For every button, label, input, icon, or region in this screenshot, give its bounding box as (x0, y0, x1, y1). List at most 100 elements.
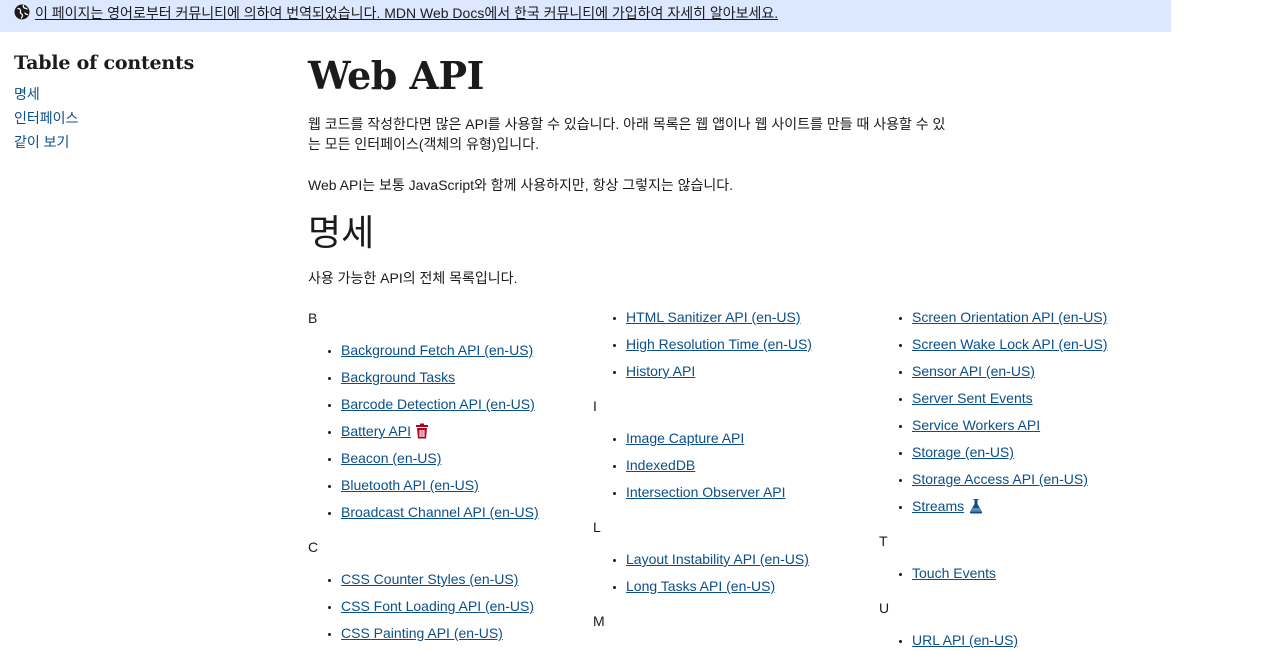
api-link[interactable]: Background Tasks (341, 369, 455, 385)
api-link[interactable]: Storage Access API (en-US) (912, 471, 1088, 487)
api-list: Screen Orientation API (en-US) Screen Wa… (912, 308, 1159, 524)
api-link[interactable]: IndexedDB (626, 457, 695, 473)
api-link[interactable]: Intersection Observer API (626, 484, 786, 500)
group-letter: U (879, 600, 890, 616)
api-link[interactable]: Screen Orientation API (en-US) (912, 309, 1107, 325)
toc-item-interfaces: 인터페이스 (14, 106, 254, 130)
list-item: Background Tasks (341, 368, 588, 395)
toc-title: Table of contents (14, 52, 195, 74)
api-link[interactable]: Touch Events (912, 565, 996, 581)
api-link[interactable]: Service Workers API (912, 417, 1040, 433)
api-link[interactable]: Image Capture API (626, 430, 744, 446)
list-item: Long Tasks API (en-US) (626, 577, 873, 604)
trash-icon (416, 423, 429, 439)
api-link[interactable]: Sensor API (en-US) (912, 363, 1035, 379)
group-letter: M (593, 613, 605, 629)
api-link[interactable]: HTML Sanitizer API (en-US) (626, 309, 801, 325)
api-link[interactable]: High Resolution Time (en-US) (626, 336, 812, 352)
api-link[interactable]: CSS Painting API (en-US) (341, 625, 503, 641)
group-letter: B (308, 310, 318, 326)
api-list: Touch Events (912, 564, 1159, 591)
list-item: Bluetooth API (en-US) (341, 476, 588, 503)
translation-banner-link[interactable]: 이 페이지는 영어로부터 커뮤니티에 의하여 번역되었습니다. MDN Web … (35, 3, 778, 23)
flask-icon (969, 499, 983, 514)
api-list: Background Fetch API (en-US) Background … (341, 341, 588, 530)
api-link[interactable]: Screen Wake Lock API (en-US) (912, 336, 1108, 352)
section-description: 사용 가능한 API의 전체 목록입니다. (308, 270, 518, 286)
api-list: URL API (en-US) (912, 631, 1159, 651)
toc-item-specs: 명세 (14, 82, 254, 106)
toc-item-see-also: 같이 보기 (14, 130, 254, 154)
api-list: Layout Instability API (en-US) Long Task… (626, 550, 873, 604)
api-column-2: HTML Sanitizer API (en-US) High Resoluti… (593, 308, 873, 638)
list-item: Intersection Observer API (626, 483, 873, 510)
api-link[interactable]: Battery API (341, 423, 411, 439)
list-item: Battery API (341, 422, 588, 449)
toc-link-specs[interactable]: 명세 (14, 86, 40, 102)
toc-link-see-also[interactable]: 같이 보기 (14, 134, 69, 150)
group-letter: C (308, 539, 319, 555)
list-item: IndexedDB (626, 456, 873, 483)
api-link[interactable]: URL API (en-US) (912, 632, 1018, 648)
api-link[interactable]: Bluetooth API (en-US) (341, 477, 479, 493)
list-item: Screen Wake Lock API (en-US) (912, 335, 1159, 362)
api-column-3: Screen Orientation API (en-US) Screen Wa… (879, 308, 1159, 651)
toc-list: 명세 인터페이스 같이 보기 (14, 82, 254, 154)
group-letter: I (593, 398, 597, 414)
api-link[interactable]: Background Fetch API (en-US) (341, 342, 533, 358)
list-item: Server Sent Events (912, 389, 1159, 416)
group-letter: T (879, 533, 888, 549)
api-link[interactable]: Layout Instability API (en-US) (626, 551, 809, 567)
api-link[interactable]: Streams (912, 498, 964, 514)
list-item: Beacon (en-US) (341, 449, 588, 476)
api-link[interactable]: CSS Counter Styles (en-US) (341, 571, 518, 587)
intro-paragraph: 웹 코드를 작성한다면 많은 API를 사용할 수 있습니다. 아래 목록은 웹… (308, 116, 946, 152)
page-title: Web API (308, 53, 484, 98)
list-item: CSS Counter Styles (en-US) (341, 570, 588, 597)
api-group-t: T Touch Events (879, 531, 1159, 591)
list-item: Streams (912, 497, 1159, 524)
translation-banner: 이 페이지는 영어로부터 커뮤니티에 의하여 번역되었습니다. MDN Web … (0, 0, 1171, 32)
api-list: CSS Counter Styles (en-US) CSS Font Load… (341, 570, 588, 651)
globe-icon (14, 4, 30, 20)
list-item: CSS Painting API (en-US) (341, 624, 588, 651)
list-item: HTML Sanitizer API (en-US) (626, 308, 873, 335)
list-item: Screen Orientation API (en-US) (912, 308, 1159, 335)
api-group-i: I Image Capture API IndexedDB Intersecti… (593, 396, 873, 510)
api-link[interactable]: Long Tasks API (en-US) (626, 578, 775, 594)
api-link[interactable]: CSS Font Loading API (en-US) (341, 598, 534, 614)
api-link[interactable]: Storage (en-US) (912, 444, 1014, 460)
toc-link-interfaces[interactable]: 인터페이스 (14, 110, 78, 126)
list-item: Broadcast Channel API (en-US) (341, 503, 588, 530)
api-link[interactable]: History API (626, 363, 695, 379)
api-group-h-continued: HTML Sanitizer API (en-US) High Resoluti… (593, 308, 873, 389)
api-link[interactable]: Barcode Detection API (en-US) (341, 396, 535, 412)
list-item: Barcode Detection API (en-US) (341, 395, 588, 422)
list-item: Service Workers API (912, 416, 1159, 443)
section-title-specs: 명세 (308, 213, 375, 254)
list-item: Storage (en-US) (912, 443, 1159, 470)
list-item: Storage Access API (en-US) (912, 470, 1159, 497)
intro-paragraph-2: Web API는 보통 JavaScript와 함께 사용하지만, 항상 그렇지… (308, 177, 734, 193)
api-group-u: U URL API (en-US) (879, 598, 1159, 651)
list-item: Layout Instability API (en-US) (626, 550, 873, 577)
list-item: CSS Font Loading API (en-US) (341, 597, 588, 624)
api-link[interactable]: Broadcast Channel API (en-US) (341, 504, 539, 520)
api-link[interactable]: Server Sent Events (912, 390, 1033, 406)
list-item: History API (626, 362, 873, 389)
api-list: Image Capture API IndexedDB Intersection… (626, 429, 873, 510)
api-column-1: B Background Fetch API (en-US) Backgroun… (308, 308, 588, 651)
api-group-m: M (593, 611, 873, 631)
api-group-s-continued: Screen Orientation API (en-US) Screen Wa… (879, 308, 1159, 524)
main-content: Web API 웹 코드를 작성한다면 많은 API를 사용할 수 있습니다. … (308, 50, 1168, 648)
list-item: URL API (en-US) (912, 631, 1159, 651)
list-item: Background Fetch API (en-US) (341, 341, 588, 368)
list-item: Touch Events (912, 564, 1159, 591)
api-group-c: C CSS Counter Styles (en-US) CSS Font Lo… (308, 537, 588, 651)
api-link[interactable]: Beacon (en-US) (341, 450, 441, 466)
api-group-l: L Layout Instability API (en-US) Long Ta… (593, 517, 873, 604)
list-item: Image Capture API (626, 429, 873, 456)
api-list: HTML Sanitizer API (en-US) High Resoluti… (626, 308, 873, 389)
list-item: High Resolution Time (en-US) (626, 335, 873, 362)
table-of-contents: Table of contents 명세 인터페이스 같이 보기 (14, 52, 254, 154)
